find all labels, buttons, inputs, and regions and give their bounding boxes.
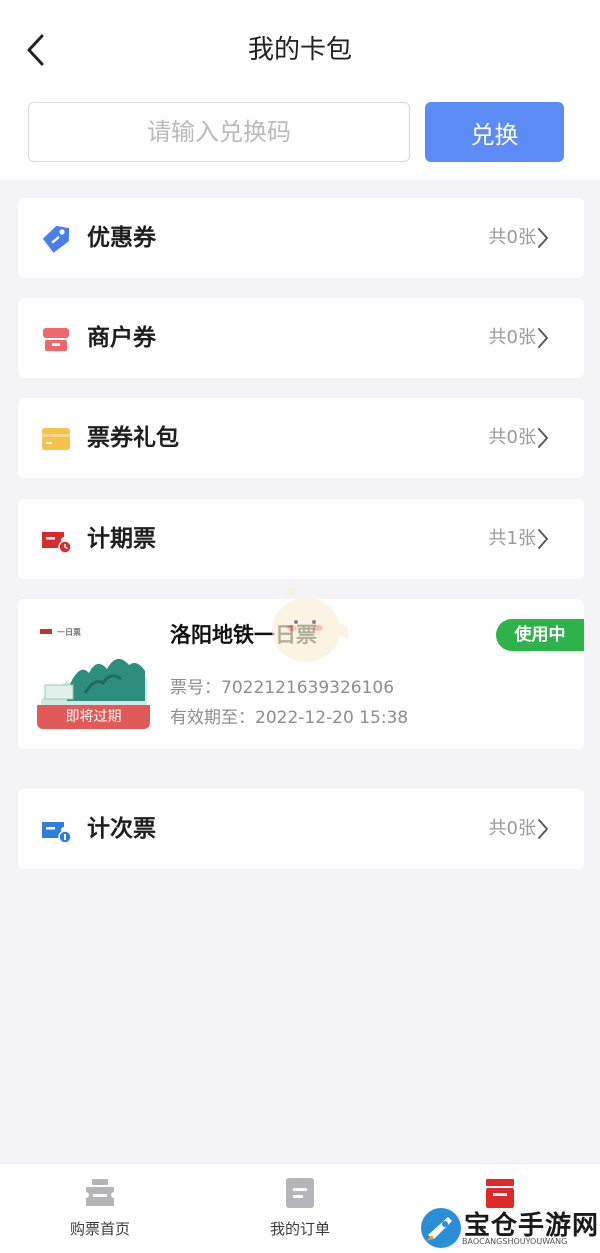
chevron-right-icon [538, 819, 548, 839]
period-ticket-row[interactable]: 计期票 共1张 [18, 499, 584, 579]
redeem-button[interactable]: 兑换 [425, 102, 564, 162]
coupon-count: 共0张 [488, 227, 536, 248]
count-ticket-label: 计次票 [87, 816, 156, 842]
ticket-expiry: 有效期至：2022-12-20 15:38 [170, 708, 409, 728]
rocket-logo-icon [421, 1208, 461, 1248]
coupon-label: 优惠券 [87, 225, 156, 251]
ticket-home-icon [86, 1179, 114, 1206]
page-title: 我的卡包 [247, 35, 352, 65]
expiring-tag: 即将过期 [37, 705, 150, 729]
gift-pack-count: 共0张 [488, 427, 536, 448]
gift-pack-row[interactable]: 票券礼包 共0张 [18, 398, 584, 478]
count-ticket-icon [42, 822, 72, 844]
count-ticket-row[interactable]: 计次票 共0张 [18, 789, 584, 869]
mascot-overlay-icon [272, 587, 349, 662]
chevron-right-icon [538, 228, 548, 248]
status-badge: 使用中 [496, 619, 584, 651]
orders-icon [286, 1178, 314, 1208]
ticket-number: 票号：7022121639326106 [170, 678, 395, 698]
store-icon [43, 328, 69, 351]
site-watermark: 宝仓手游网 BAOCANGSHOUYOUWANG [418, 1203, 598, 1253]
gift-pack-label: 票券礼包 [87, 425, 179, 451]
count-ticket-count: 共0张 [488, 818, 536, 839]
tab-my-orders-label: 我的订单 [269, 1220, 330, 1238]
redeem-code-input[interactable] [28, 102, 410, 162]
tab-ticket-home[interactable]: 购票首页 [0, 1164, 200, 1253]
tab-my-orders[interactable]: 我的订单 [200, 1164, 400, 1253]
chevron-right-icon [538, 328, 548, 348]
period-ticket-label: 计期票 [87, 526, 156, 552]
merchant-coupon-label: 商户券 [87, 325, 156, 351]
chevron-right-icon [538, 529, 548, 549]
top-panel: 我的卡包 兑换 [0, 0, 600, 180]
coupon-tag-icon [42, 225, 70, 253]
tab-ticket-home-label: 购票首页 [69, 1220, 130, 1238]
merchant-coupon-count: 共0张 [488, 327, 536, 348]
watermark-subtext: BAOCANGSHOUYOUWANG [462, 1237, 568, 1246]
ticket-thumbnail: 一日票 即将过期 [37, 621, 150, 729]
chevron-right-icon [538, 428, 548, 448]
period-ticket-count: 共1张 [488, 528, 536, 549]
ticket-thumb-title: 一日票 [57, 628, 81, 637]
period-ticket-icon [42, 532, 72, 554]
gift-card-icon [42, 428, 70, 450]
coupon-row[interactable]: 优惠券 共0张 [18, 198, 584, 278]
merchant-coupon-row[interactable]: 商户券 共0张 [18, 298, 584, 378]
